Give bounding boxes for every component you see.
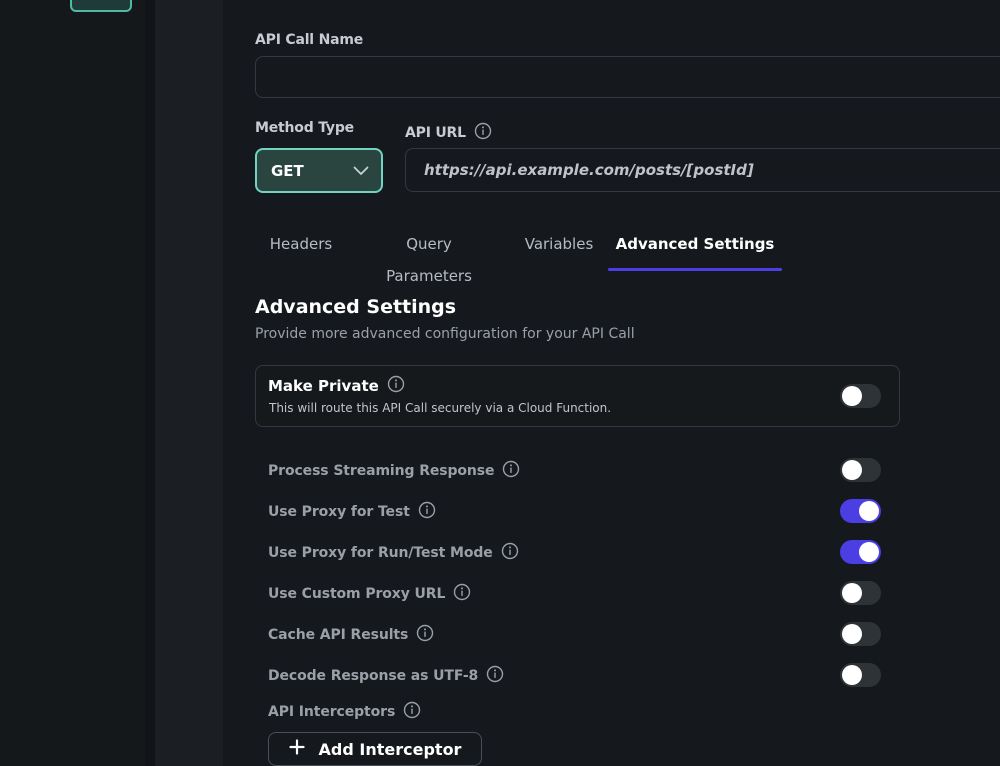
method-type-value: GET bbox=[271, 161, 304, 180]
toggle-knob bbox=[842, 386, 862, 406]
api-url-input[interactable]: https://api.example.com/posts/[postId] bbox=[405, 148, 1000, 192]
make-private-toggle[interactable] bbox=[840, 384, 881, 408]
plus-icon bbox=[288, 739, 305, 759]
tab-headers[interactable]: Headers bbox=[268, 228, 334, 272]
active-tab-indicator bbox=[608, 268, 782, 271]
info-icon[interactable] bbox=[403, 701, 421, 723]
info-icon[interactable] bbox=[453, 583, 471, 605]
make-private-description: This will route this API Call securely v… bbox=[269, 401, 612, 415]
setting-use-proxy-for-test: Use Proxy for Test bbox=[268, 501, 436, 523]
left-panel bbox=[0, 0, 145, 766]
toggle-knob bbox=[842, 624, 862, 644]
use-custom-proxy-url-toggle[interactable] bbox=[840, 581, 881, 605]
info-icon[interactable] bbox=[474, 122, 492, 144]
tab-variables[interactable]: Variables bbox=[524, 228, 594, 272]
tab-advanced-settings[interactable]: Advanced Settings bbox=[608, 228, 782, 272]
api-call-name-label: API Call Name bbox=[255, 32, 364, 48]
setting-label: Use Proxy for Test bbox=[268, 504, 410, 520]
api-interceptors-label-row: API Interceptors bbox=[268, 701, 421, 723]
use-proxy-for-run-test-mode-toggle[interactable] bbox=[840, 540, 881, 564]
decode-response-utf8-toggle[interactable] bbox=[840, 663, 881, 687]
api-interceptors-label: API Interceptors bbox=[268, 704, 396, 720]
info-icon[interactable] bbox=[486, 665, 504, 687]
make-private-title: Make Private bbox=[268, 377, 379, 395]
toggle-knob bbox=[859, 501, 879, 521]
method-type-select[interactable]: GET bbox=[255, 148, 383, 193]
side-rail bbox=[155, 0, 223, 766]
setting-decode-response-utf8: Decode Response as UTF-8 bbox=[268, 665, 504, 687]
api-url-label-row: API URL bbox=[405, 122, 492, 144]
tab-query-parameters[interactable]: Query Parameters bbox=[362, 228, 496, 285]
api-call-name-input[interactable] bbox=[255, 56, 1000, 98]
panel-divider bbox=[145, 0, 155, 766]
setting-label: Cache API Results bbox=[268, 627, 409, 643]
setting-use-proxy-for-run-test-mode: Use Proxy for Run/Test Mode bbox=[268, 542, 519, 564]
toggle-knob bbox=[842, 665, 862, 685]
setting-label: Decode Response as UTF-8 bbox=[268, 668, 479, 684]
process-streaming-response-toggle[interactable] bbox=[840, 458, 881, 482]
setting-use-custom-proxy-url: Use Custom Proxy URL bbox=[268, 583, 471, 605]
api-url-label: API URL bbox=[405, 125, 466, 141]
cache-api-results-toggle[interactable] bbox=[840, 622, 881, 646]
setting-process-streaming-response: Process Streaming Response bbox=[268, 460, 520, 482]
left-panel-selected-item[interactable] bbox=[70, 0, 132, 12]
info-icon[interactable] bbox=[387, 375, 405, 397]
section-title: Advanced Settings bbox=[255, 296, 457, 318]
make-private-title-row: Make Private bbox=[268, 375, 405, 397]
toggle-knob bbox=[842, 583, 862, 603]
setting-label: Process Streaming Response bbox=[268, 463, 495, 479]
toggle-knob bbox=[859, 542, 879, 562]
setting-label: Use Custom Proxy URL bbox=[268, 586, 446, 602]
use-proxy-for-test-toggle[interactable] bbox=[840, 499, 881, 523]
api-url-value: https://api.example.com/posts/[postId] bbox=[424, 161, 754, 179]
section-subtitle: Provide more advanced configuration for … bbox=[255, 326, 635, 342]
chevron-down-icon bbox=[353, 161, 369, 180]
toggle-knob bbox=[842, 460, 862, 480]
info-icon[interactable] bbox=[416, 624, 434, 646]
setting-cache-api-results: Cache API Results bbox=[268, 624, 434, 646]
add-interceptor-label: Add Interceptor bbox=[318, 739, 462, 759]
info-icon[interactable] bbox=[501, 542, 519, 564]
info-icon[interactable] bbox=[418, 501, 436, 523]
info-icon[interactable] bbox=[502, 460, 520, 482]
method-type-label: Method Type bbox=[255, 120, 354, 136]
setting-label: Use Proxy for Run/Test Mode bbox=[268, 545, 493, 561]
add-interceptor-button[interactable]: Add Interceptor bbox=[268, 732, 482, 766]
